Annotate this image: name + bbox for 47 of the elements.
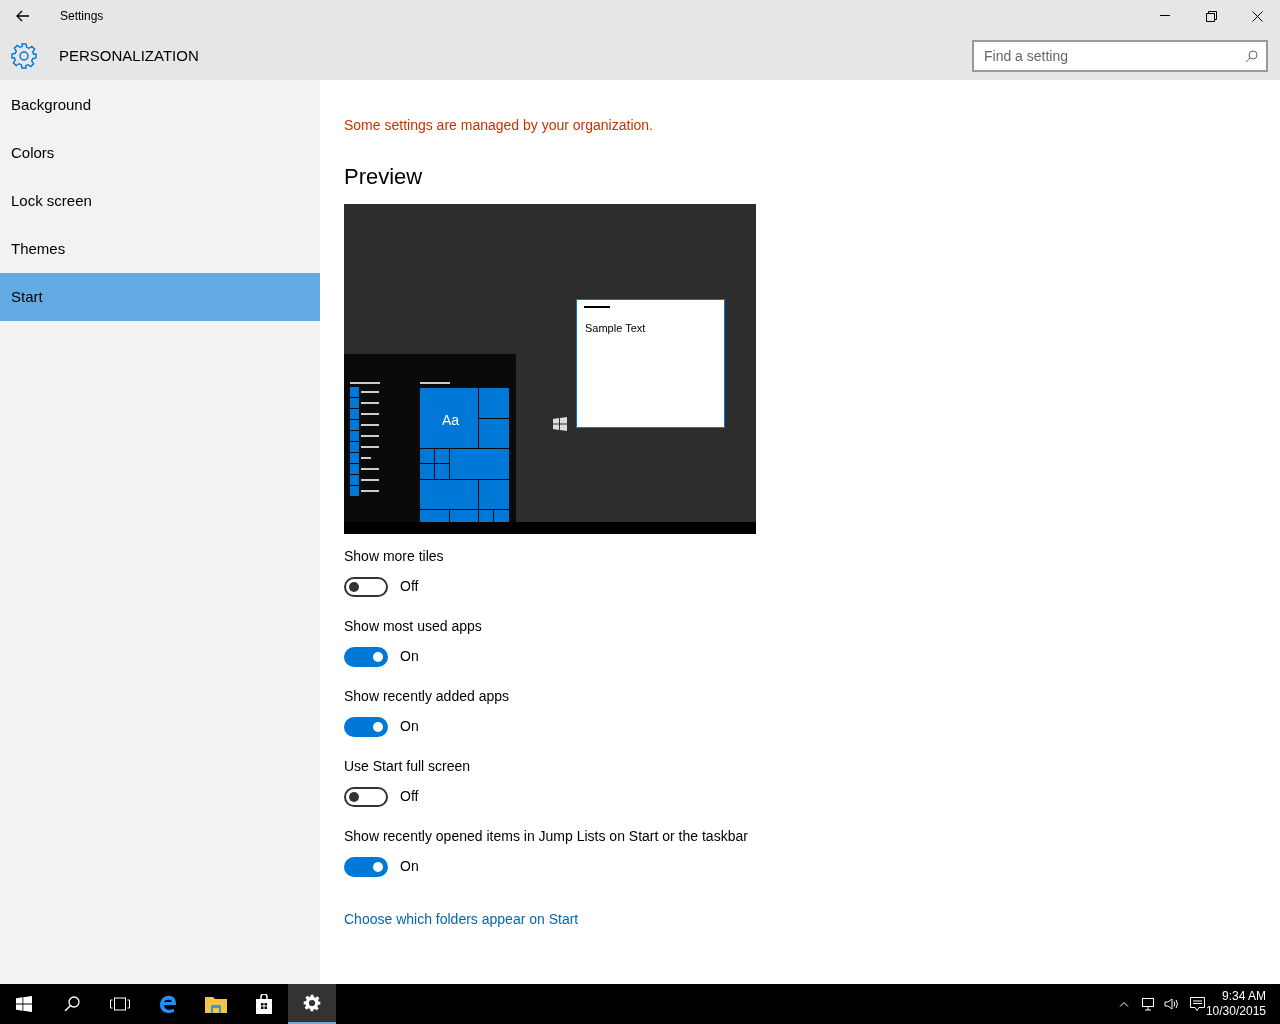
toggle-state-text: Off xyxy=(400,787,419,806)
sidebar-item[interactable]: Themes xyxy=(0,225,320,273)
settings-button[interactable] xyxy=(288,984,336,1024)
toggle-switch[interactable] xyxy=(344,716,388,737)
search-field[interactable]: Find a setting xyxy=(972,40,1268,72)
search-icon xyxy=(1245,50,1258,63)
back-arrow-icon xyxy=(16,10,30,22)
toggle-state-text: On xyxy=(400,647,419,666)
restore-icon xyxy=(1205,10,1217,22)
e-logo-icon xyxy=(158,994,178,1014)
task-view-icon xyxy=(110,997,130,1011)
setting-label: Show recently opened items in Jump Lists on Start or the taskbar xyxy=(344,827,748,846)
folder-icon xyxy=(205,995,227,1013)
toggle-switch[interactable] xyxy=(344,646,388,667)
windows-logo-icon xyxy=(16,996,32,1012)
sample-text: Sample Text xyxy=(585,321,646,336)
windows-logo-icon xyxy=(553,417,567,431)
toggle-state-text: On xyxy=(400,717,419,736)
minimize-icon xyxy=(1160,15,1170,17)
window-title: Settings xyxy=(60,8,104,25)
sidebar-item[interactable]: Lock screen xyxy=(0,177,320,225)
search-icon xyxy=(64,996,80,1012)
sidebar-item[interactable]: Colors xyxy=(0,129,320,177)
sidebar-item[interactable]: Start xyxy=(0,273,320,321)
setting-label: Use Start full screen xyxy=(344,757,471,776)
choose-folders-link[interactable]: Choose which folders appear on Start xyxy=(344,909,579,930)
message-icon xyxy=(1189,997,1205,1011)
toggle-state-text: On xyxy=(400,857,419,876)
setting-label: Show more tiles xyxy=(344,547,444,566)
setting-label: Show most used apps xyxy=(344,617,482,636)
toggle-switch[interactable] xyxy=(344,576,388,597)
toggle-switch[interactable] xyxy=(344,786,388,807)
gear-icon xyxy=(11,43,37,69)
close-icon xyxy=(1251,10,1263,22)
page-title: PERSONALIZATION xyxy=(59,45,199,66)
settings-icon xyxy=(303,994,321,1012)
speaker-icon xyxy=(1164,997,1180,1011)
toggle-state-text: Off xyxy=(400,577,419,596)
setting-label: Show recently added apps xyxy=(344,687,509,706)
section-heading: Preview xyxy=(344,166,424,188)
shopping-bag-icon xyxy=(255,994,273,1014)
managed-notice: Some settings are managed by your organization. xyxy=(344,116,654,135)
monitor-icon xyxy=(1141,997,1155,1011)
sidebar-item[interactable]: Background xyxy=(0,81,320,129)
chevron-up-icon xyxy=(1119,1001,1129,1007)
tile-label: Aa xyxy=(442,411,460,430)
toggle-switch[interactable] xyxy=(344,856,388,877)
